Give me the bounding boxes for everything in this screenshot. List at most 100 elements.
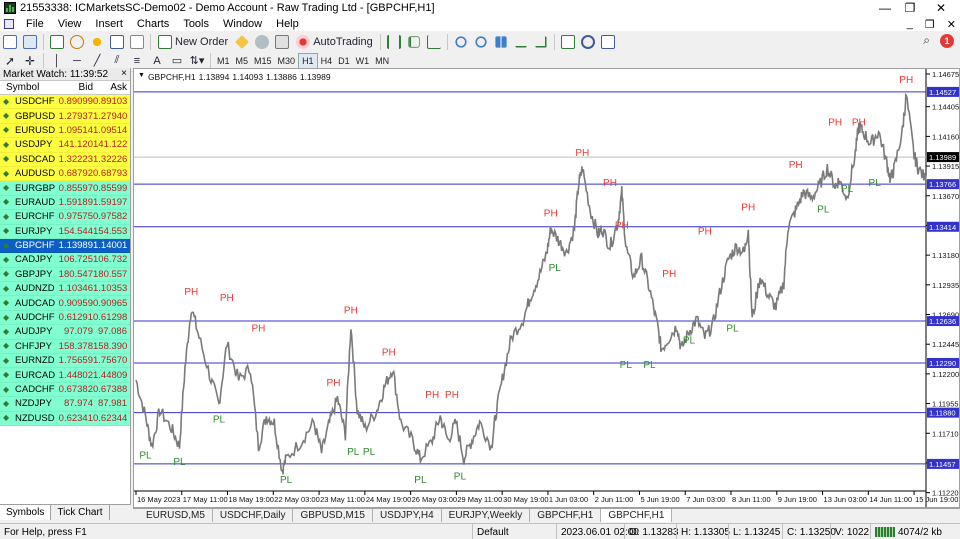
status-profile[interactable]: Default	[472, 524, 509, 539]
text-label-button[interactable]: ▭	[168, 52, 186, 70]
pivot-high-label: PH	[603, 178, 617, 189]
symbol-row-eurchf[interactable]: ◆ EURCHF 0.97575 0.97582	[0, 210, 130, 225]
menu-file[interactable]: File	[19, 18, 51, 30]
tile-windows-button[interactable]	[492, 33, 510, 51]
child-restore-button[interactable]: ❐	[925, 18, 935, 31]
menu-charts[interactable]: Charts	[130, 18, 176, 30]
market-watch-button[interactable]	[48, 33, 66, 51]
market-watch-close-button[interactable]: ×	[121, 68, 127, 79]
chart-window[interactable]: 1.14675 1.14405 1.14160 1.13915 1.13670 1.134…	[133, 68, 960, 508]
close-button[interactable]: ✕	[926, 0, 956, 16]
symbol-row-chfjpy[interactable]: ◆ CHFJPY 158.378 158.390	[0, 339, 130, 355]
symbol-row-nzdjpy[interactable]: ◆ NZDJPY 87.974 87.981	[0, 397, 130, 412]
timeframe-mn[interactable]: MN	[372, 53, 392, 69]
timeframe-w1[interactable]: W1	[353, 53, 373, 69]
bar-chart-button[interactable]	[385, 33, 403, 51]
autotrading-button[interactable]: AutoTrading	[293, 33, 376, 51]
symbol-row-eurcad[interactable]: ◆ EURCAD 1.44802 1.44809	[0, 368, 130, 383]
data-window-button[interactable]	[68, 33, 86, 51]
chart-tab-usdjpy-h4[interactable]: USDJPY,H4	[373, 509, 442, 522]
line-chart-button[interactable]	[425, 33, 443, 51]
vertical-line-button[interactable]: │	[48, 52, 66, 70]
menu-view[interactable]: View	[51, 18, 89, 30]
menu-insert[interactable]: Insert	[88, 18, 130, 30]
menu-tools[interactable]: Tools	[176, 18, 216, 30]
symbol-row-eurnzd[interactable]: ◆ EURNZD 1.75659 1.75670	[0, 354, 130, 369]
horizontal-line-button[interactable]: ─	[68, 52, 86, 70]
symbol-row-usdcad[interactable]: ◆ USDCAD 1.32223 1.32226	[0, 152, 130, 167]
column-bid[interactable]: Bid	[58, 82, 93, 93]
tab-tick-chart[interactable]: Tick Chart	[51, 505, 110, 520]
timeframe-h4[interactable]: H4	[318, 53, 336, 69]
status-connection[interactable]: 4074/2 kb	[870, 524, 942, 539]
signals-button[interactable]	[253, 33, 271, 51]
chart-tab-gbpusd-m15[interactable]: GBPUSD,M15	[293, 509, 373, 522]
child-close-button[interactable]: ✕	[947, 18, 956, 31]
timeframe-m30[interactable]: M30	[275, 53, 299, 69]
candlestick-button[interactable]	[405, 33, 423, 51]
tab-symbols[interactable]: Symbols	[0, 505, 52, 520]
text-button[interactable]: A	[148, 52, 166, 70]
chart-tab-eurjpy-weekly[interactable]: EURJPY,Weekly	[442, 509, 531, 522]
column-ask[interactable]: Ask	[93, 82, 127, 93]
cursor-button[interactable]: ➚	[1, 52, 19, 70]
column-symbol[interactable]: Symbol	[0, 82, 58, 93]
timeframe-m1[interactable]: M1	[214, 53, 233, 69]
symbol-row-eurgbp[interactable]: ◆ EURGBP 0.85597 0.85599	[0, 181, 130, 196]
symbol-row-gbpusd[interactable]: ◆ GBPUSD 1.27937 1.27940	[0, 109, 130, 124]
symbol-row-usdchf[interactable]: ◆ USDCHF 0.89099 0.89103	[0, 95, 130, 110]
price-direction-icon: ◆	[3, 168, 10, 178]
templates-button[interactable]	[599, 33, 617, 51]
timeframe-m15[interactable]: M15	[251, 53, 275, 69]
chart-tab-eurusd-m5[interactable]: EURUSD,M5	[139, 509, 213, 522]
symbol-row-audjpy[interactable]: ◆ AUDJPY 97.079 97.086	[0, 325, 130, 340]
terminal-button[interactable]	[108, 33, 126, 51]
symbol-row-gbpchf[interactable]: ◆ GBPCHF 1.13989 1.14001	[0, 238, 130, 254]
indicators-button[interactable]	[559, 33, 577, 51]
symbol-row-cadchf[interactable]: ◆ CADCHF 0.67382 0.67388	[0, 382, 130, 398]
timeframe-d1[interactable]: D1	[335, 53, 353, 69]
timeframe-m5[interactable]: M5	[233, 53, 252, 69]
chart-window-icon[interactable]	[4, 19, 14, 29]
search-icon[interactable]: ⌕	[923, 33, 930, 48]
menu-help[interactable]: Help	[269, 18, 306, 30]
maximize-button[interactable]: ❐	[895, 0, 925, 16]
symbol-row-euraud[interactable]: ◆ EURAUD 1.59189 1.59197	[0, 195, 130, 211]
symbol-row-audusd[interactable]: ◆ AUDUSD 0.68792 0.68793	[0, 166, 130, 182]
chart-tab-usdchf-daily[interactable]: USDCHF,Daily	[213, 509, 294, 522]
price-chart[interactable]: 1.14675 1.14405 1.14160 1.13915 1.13670 1.134…	[134, 69, 959, 507]
symbol-row-gbpjpy[interactable]: ◆ GBPJPY 180.547 180.557	[0, 267, 130, 283]
periods-button[interactable]	[579, 33, 597, 51]
symbol-row-audcad[interactable]: ◆ AUDCAD 0.90959 0.90965	[0, 296, 130, 311]
profiles-button[interactable]	[21, 33, 39, 51]
symbol-row-cadjpy[interactable]: ◆ CADJPY 106.725 106.732	[0, 253, 130, 268]
child-minimize-button[interactable]: _	[907, 18, 913, 30]
notifications-icon[interactable]: 1	[940, 33, 954, 48]
symbol-row-nzdusd[interactable]: ◆ NZDUSD 0.62341 0.62344	[0, 411, 130, 426]
zoom-out-button[interactable]	[472, 33, 490, 51]
trendline-button[interactable]: ╱	[88, 52, 106, 70]
chart-shift-button[interactable]	[532, 33, 550, 51]
fibonacci-button[interactable]: ≡	[128, 52, 146, 70]
chart-collapse-icon[interactable]: ▼	[138, 72, 145, 82]
new-chart-button[interactable]	[1, 33, 19, 51]
arrows-button[interactable]: ⇅▾	[188, 52, 206, 70]
symbol-row-usdjpy[interactable]: ◆ USDJPY 141.120 141.122	[0, 138, 130, 153]
menu-window[interactable]: Window	[216, 18, 269, 30]
symbol-row-audnzd[interactable]: ◆ AUDNZD 1.10346 1.10353	[0, 282, 130, 297]
new-order-button[interactable]: New Order	[155, 33, 231, 51]
crosshair-button[interactable]: ✛	[21, 52, 39, 70]
symbol-row-eurjpy[interactable]: ◆ EURJPY 154.544 154.553	[0, 224, 130, 239]
channel-button[interactable]: ⫽	[108, 52, 126, 70]
market-button[interactable]	[273, 33, 291, 51]
timeframe-h1[interactable]: H1	[298, 52, 318, 69]
metaeditor-button[interactable]	[233, 33, 251, 51]
symbol-row-audchf[interactable]: ◆ AUDCHF 0.61291 0.61298	[0, 310, 130, 326]
navigator-button[interactable]	[88, 33, 106, 51]
symbol-row-eurusd[interactable]: ◆ EURUSD 1.09514 1.09514	[0, 123, 130, 139]
chart-tab-gbpchf-h1-active[interactable]: GBPCHF,H1	[601, 509, 673, 522]
strategy-tester-button[interactable]	[128, 33, 146, 51]
auto-scroll-button[interactable]	[512, 33, 530, 51]
zoom-in-button[interactable]	[452, 33, 470, 51]
chart-tab-gbpchf-h1[interactable]: GBPCHF,H1	[530, 509, 602, 522]
